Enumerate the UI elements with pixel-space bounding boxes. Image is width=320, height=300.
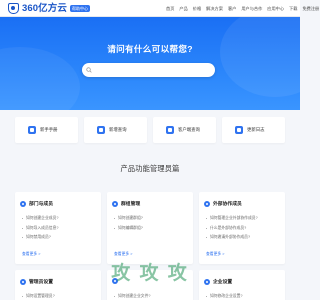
category-item[interactable]: 如何导入成员信息? (22, 224, 59, 234)
category-list: 如何管理企业外部协作成员? 什么是外部协作成员? 如何邀请外部协作成员? (206, 214, 258, 243)
quick-link-changelog[interactable]: 更新日志 (222, 117, 285, 143)
category-title[interactable]: 企业设置 (213, 278, 232, 285)
quick-links: 新手手册 新增查询 客户端查询 更新日志 (15, 117, 285, 143)
category-item[interactable]: 如何创建群组? (114, 214, 143, 224)
search-box (82, 63, 215, 77)
category-item[interactable]: 如何修改企业设置? (206, 292, 243, 300)
category-title[interactable]: 群组管理 (121, 200, 140, 207)
category-item[interactable]: 如何管理企业外部协作成员? (206, 214, 258, 224)
logo-badge: 帮助中心 (69, 5, 90, 12)
category-list: 如何创建企业文件? (114, 292, 151, 300)
book-icon (28, 126, 36, 134)
hero-title: 请问有什么可以帮您? (107, 44, 193, 54)
logo-text: 360亿方云 (22, 3, 67, 14)
category-list: 如何创建企业成员? 如何导入成员信息? 如何禁用成员? (22, 214, 59, 243)
search-input[interactable] (82, 63, 215, 77)
main-nav: 首页 产品 价格 解决方案 客户 用户与合作 应用中心 下载 免费注册 (166, 0, 319, 17)
quick-link-label: 更新日志 (247, 127, 265, 132)
nav-product[interactable]: 产品 (179, 6, 187, 12)
nav-price[interactable]: 价格 (193, 6, 201, 12)
quick-link-label: 新增查询 (109, 127, 127, 132)
quick-link-client-query[interactable]: 客户端查询 (153, 117, 216, 143)
category-item[interactable]: 如何邀请外部协作成员? (206, 233, 258, 243)
external-members-icon (204, 200, 210, 207)
category-card-files: 如何创建企业文件? (107, 270, 193, 300)
category-item[interactable]: 如何创建企业成员? (22, 214, 59, 224)
category-item[interactable]: 如何编辑群组? (114, 224, 143, 234)
changelog-icon (235, 126, 243, 134)
logo-icon (8, 3, 19, 14)
category-list: 如何创建群组? 如何编辑群组? (114, 214, 143, 233)
settings-icon (204, 278, 210, 285)
admin-icon (20, 278, 26, 285)
query-icon (97, 126, 105, 134)
files-icon (112, 278, 118, 284)
search-icon (86, 66, 92, 73)
category-card-members: 部门与成员 如何创建企业成员? 如何导入成员信息? 如何禁用成员? 查看更多 > (15, 192, 101, 264)
logo[interactable]: 360亿方云 帮助中心 (8, 3, 90, 14)
nav-download[interactable]: 下载 (289, 6, 297, 12)
nav-register[interactable]: 免费注册 (302, 6, 319, 12)
section-title: 产品功能管理员篇 (120, 164, 180, 173)
category-list: 如何修改企业设置? (206, 292, 243, 300)
client-icon (166, 126, 174, 134)
category-item[interactable]: 什么是外部协作成员? (206, 224, 258, 234)
nav-solutions[interactable]: 解决方案 (206, 6, 223, 12)
quick-link-label: 新手手册 (40, 127, 58, 132)
category-more-link[interactable]: 查看更多 > (22, 252, 40, 257)
category-item[interactable]: 如何创建企业文件? (114, 292, 151, 300)
nav-customers[interactable]: 客户 (228, 6, 236, 12)
category-list: 如何设置管理员? (22, 292, 55, 300)
members-icon (20, 200, 26, 207)
category-more-link[interactable]: 查看更多 > (114, 252, 132, 257)
groups-icon (112, 200, 118, 207)
quick-link-label: 客户端查询 (178, 127, 200, 132)
category-title[interactable]: 外部协作成员 (213, 200, 242, 207)
nav-partners[interactable]: 用户与合作 (241, 6, 262, 12)
category-card-external: 外部协作成员 如何管理企业外部协作成员? 什么是外部协作成员? 如何邀请外部协作… (199, 192, 285, 264)
category-item[interactable]: 如何设置管理员? (22, 292, 55, 300)
nav-home[interactable]: 首页 (166, 6, 174, 12)
category-title[interactable]: 部门与成员 (29, 200, 53, 207)
category-item[interactable]: 如何禁用成员? (22, 233, 59, 243)
top-header: 360亿方云 帮助中心 首页 产品 价格 解决方案 客户 用户与合作 应用中心 … (0, 0, 319, 17)
category-card-settings: 企业设置 如何修改企业设置? (199, 270, 285, 300)
quick-link-new-query[interactable]: 新增查询 (84, 117, 147, 143)
hero-banner: 请问有什么可以帮您? (0, 17, 300, 110)
nav-app-center[interactable]: 应用中心 (267, 6, 284, 12)
category-title[interactable]: 管理员设置 (29, 278, 53, 285)
category-card-groups: 群组管理 如何创建群组? 如何编辑群组? 查看更多 > (107, 192, 193, 264)
quick-link-guide[interactable]: 新手手册 (15, 117, 78, 143)
category-more-link[interactable]: 查看更多 > (206, 252, 224, 257)
category-card-admin: 管理员设置 如何设置管理员? (15, 270, 101, 300)
